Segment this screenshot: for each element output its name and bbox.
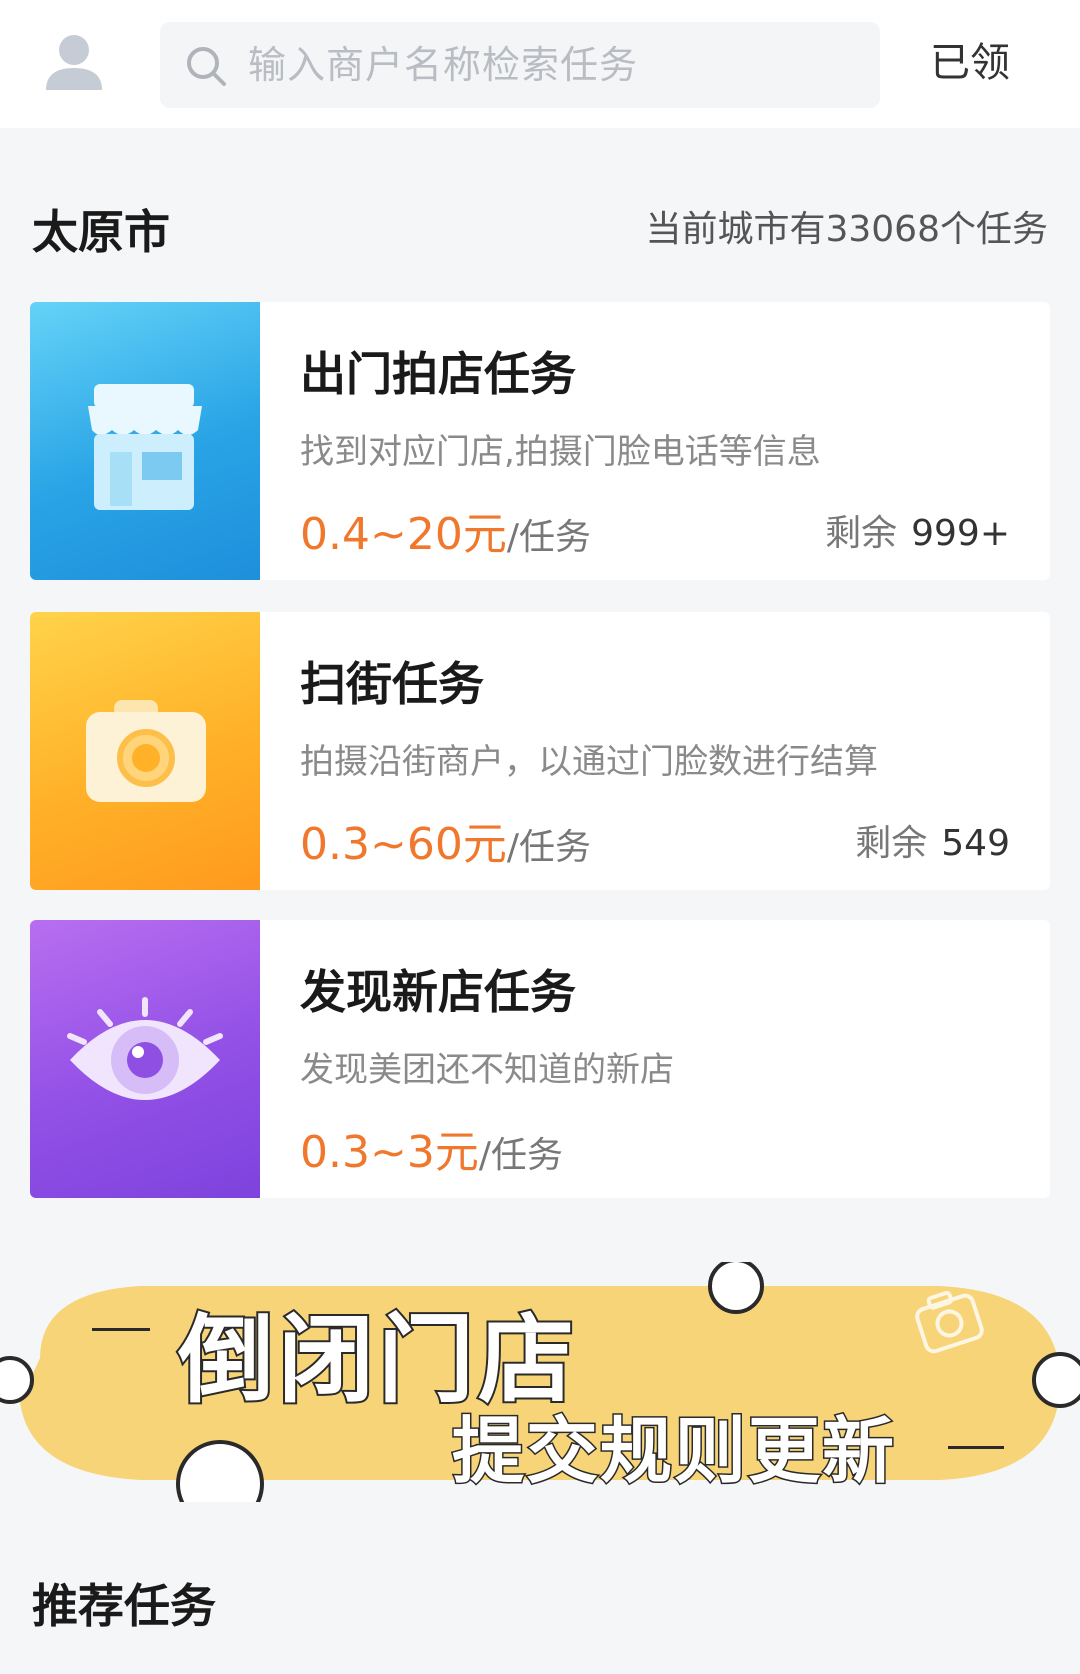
task-price-range: 0.4~20元 [300,509,507,560]
task-card-storefront[interactable]: 出门拍店任务 找到对应门店,拍摄门脸电话等信息 0.4~20元/任务 剩余 999… [30,302,1050,580]
task-description: 发现美团还不知道的新店 [300,1050,674,1090]
task-card-street-scan[interactable]: 扫街任务 拍摄沿街商户，以通过门脸数进行结算 0.3~60元/任务 剩余 549 [30,612,1050,890]
recommended-tasks-heading: 推荐任务 [32,1579,216,1633]
task-price-unit: /任务 [506,827,591,868]
task-remaining-label: 剩余 [825,513,898,554]
task-card-new-store[interactable]: 发现新店任务 发现美团还不知道的新店 0.3~3元/任务 [30,920,1050,1198]
task-description: 找到对应门店,拍摄门脸电话等信息 [300,432,821,472]
task-thumbnail [30,920,260,1198]
top-bar: 输入商户名称检索任务 已领 [0,0,1080,128]
task-price-unit: /任务 [478,1135,563,1176]
task-price: 0.3~3元/任务 [300,1116,563,1180]
claimed-tasks-link[interactable]: 已领 [930,38,1010,88]
storefront-icon [88,384,202,510]
task-price: 0.4~20元/任务 [300,498,591,562]
eye-icon [67,997,223,1100]
banner-dash-left [92,1328,150,1331]
app-root: 输入商户名称检索任务 已领 太原市 当前城市有33068个任务 出门拍店任务 找… [0,0,1080,1674]
task-title: 发现新店任务 [300,965,576,1019]
task-remaining-label: 剩余 [855,823,928,864]
search-bar[interactable]: 输入商户名称检索任务 [160,22,880,108]
banner-dash-right [948,1446,1004,1449]
city-task-count: 当前城市有33068个任务 [645,209,1048,250]
task-price: 0.3~60元/任务 [300,808,591,872]
task-price-range: 0.3~3元 [300,1127,479,1178]
task-thumbnail [30,302,260,580]
banner-subtitle: 提交规则更新 [450,1408,897,1495]
city-name[interactable]: 太原市 [32,196,170,262]
task-remaining-value: 549 [941,823,1010,864]
task-title: 出门拍店任务 [300,347,576,401]
search-icon [184,44,228,88]
search-input[interactable]: 输入商户名称检索任务 [248,42,638,88]
task-title: 扫街任务 [300,657,484,711]
camera-icon [86,700,206,802]
avatar-icon[interactable] [42,30,106,94]
task-remaining-value: 999+ [911,513,1010,554]
task-price-unit: /任务 [506,517,591,558]
task-description: 拍摄沿街商户，以通过门脸数进行结算 [300,742,878,782]
task-price-range: 0.3~60元 [300,819,507,870]
task-remaining: 剩余 549 [855,814,1010,866]
task-thumbnail [30,612,260,890]
task-remaining: 剩余 999+ [825,504,1010,556]
